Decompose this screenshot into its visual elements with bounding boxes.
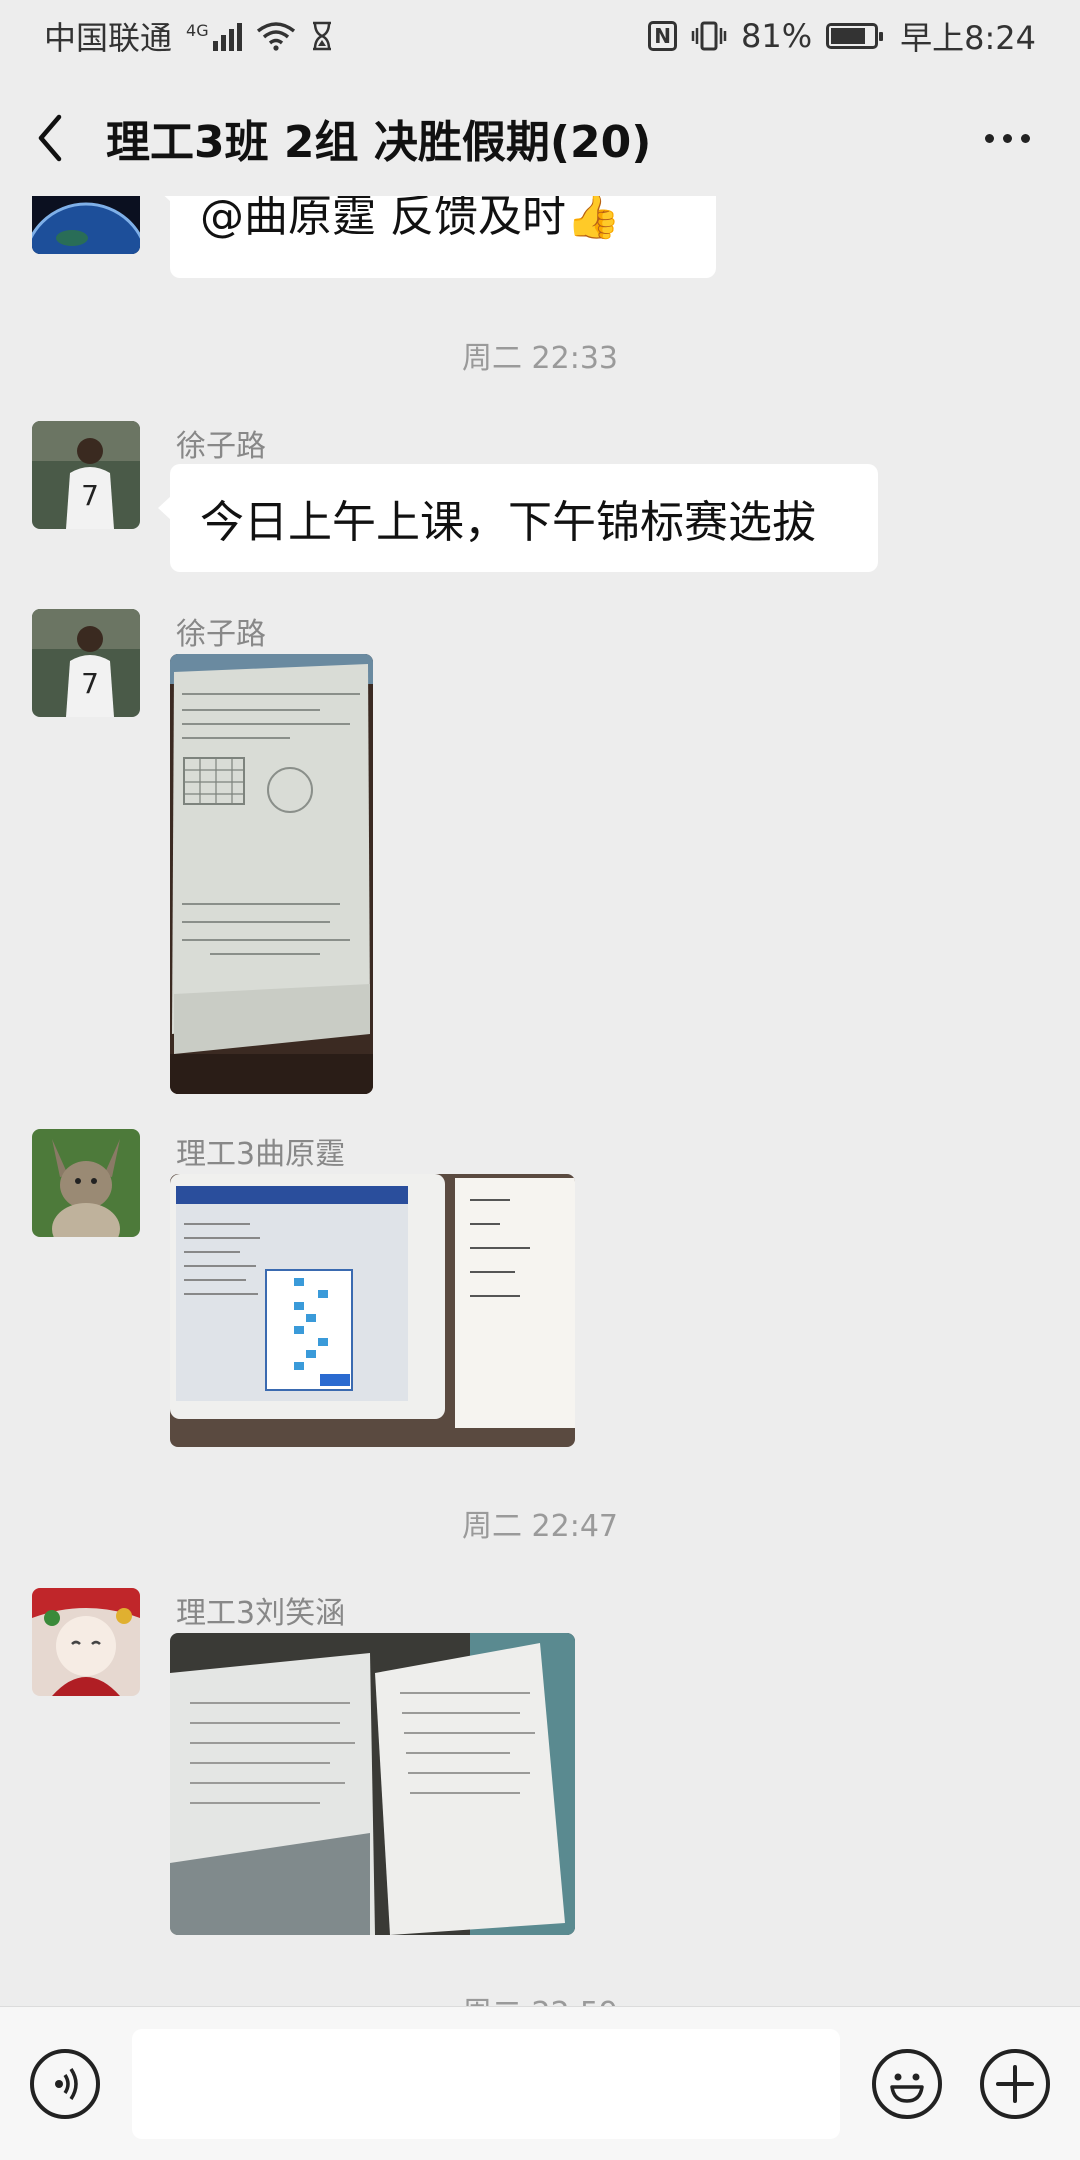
battery-icon: [826, 23, 884, 49]
clock: 早上8:24: [900, 19, 1036, 57]
wifi-icon: [256, 22, 295, 51]
svg-text:7: 7: [81, 479, 99, 512]
message-text: @曲原霆 反馈及时👍: [200, 196, 621, 242]
avatar-image: 7: [32, 609, 140, 717]
chat-title: 理工3班 2组 决胜假期(20): [106, 116, 652, 168]
chat-header: 理工3班 2组 决胜假期(20): [0, 80, 1080, 195]
emoji-button[interactable]: [872, 2049, 942, 2119]
more-button[interactable]: [972, 110, 1042, 166]
status-bar: 中国联通 4G N 81% 早上8:24: [0, 0, 1080, 72]
back-button[interactable]: [0, 80, 100, 195]
voice-button[interactable]: [30, 2049, 100, 2119]
vibrate-icon: [691, 21, 727, 51]
status-left: 中国联通 4G: [44, 13, 334, 59]
text-bubble[interactable]: @曲原霆 反馈及时👍: [158, 196, 716, 278]
image-message[interactable]: [170, 1633, 575, 1935]
message-input[interactable]: [132, 2029, 840, 2139]
tablet-and-notes-photo: [170, 1174, 575, 1447]
message-text: 今日上午上课，下午锦标赛选拔: [200, 497, 816, 548]
sender-name: 徐子路: [176, 429, 266, 464]
image-message[interactable]: [170, 654, 373, 1094]
add-button[interactable]: [980, 2049, 1050, 2119]
more-icon: [984, 133, 1030, 143]
plus-icon: [996, 2065, 1034, 2103]
avatar[interactable]: 7: [32, 421, 140, 529]
status-right: N 81% 早上8:24: [648, 13, 1036, 59]
avatar[interactable]: 7: [32, 609, 140, 717]
voice-icon: [55, 2068, 78, 2100]
signal-icon: [212, 21, 242, 51]
avatar-image: [32, 196, 140, 254]
chat-messages[interactable]: @曲原霆 反馈及时👍 周二 22:33 7 徐子路 今日上午上课，下午锦标赛选拔: [0, 196, 1080, 2006]
avatar[interactable]: [32, 196, 140, 254]
timestamp: 周二 22:59: [0, 1988, 1080, 2006]
carrier-label: 中国联通: [44, 19, 173, 57]
battery-fill: [831, 28, 866, 44]
image-message[interactable]: [170, 1174, 575, 1447]
sender-name: 徐子路: [176, 617, 266, 652]
worksheet-photo: [170, 654, 373, 1094]
timestamp: 周二 22:47: [462, 1509, 618, 1544]
input-bar: [0, 2006, 1080, 2160]
timestamp: 周二 22:33: [462, 341, 618, 376]
open-booklet-photo: [170, 1633, 575, 1935]
nfc-icon: N: [648, 21, 677, 51]
network-label: 4G: [186, 21, 209, 40]
avatar[interactable]: [32, 1588, 140, 1696]
emoji-icon: [890, 2073, 924, 2103]
chevron-left-icon: [38, 114, 62, 161]
battery-percent: 81%: [741, 17, 813, 55]
avatar-image: 7: [32, 421, 140, 529]
avatar[interactable]: [32, 1129, 140, 1237]
sender-name: 理工3刘笑涵: [176, 1596, 346, 1631]
hourglass-icon: [312, 21, 331, 51]
svg-text:7: 7: [81, 667, 99, 700]
avatar-image: [32, 1129, 140, 1237]
text-bubble[interactable]: 今日上午上课，下午锦标赛选拔: [158, 464, 878, 572]
sender-name: 理工3曲原霆: [176, 1137, 346, 1172]
avatar-image: [32, 1588, 140, 1696]
